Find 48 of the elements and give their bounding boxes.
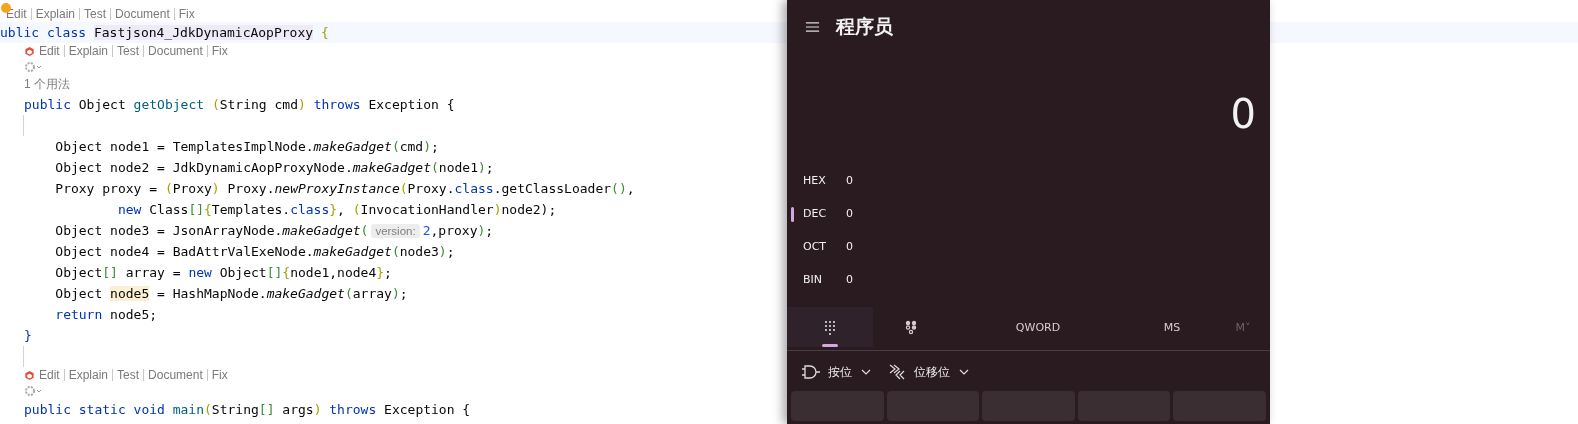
radix-row[interactable]: HEX 0 <box>787 164 923 197</box>
hint-link[interactable]: Explain <box>68 44 109 58</box>
dropdown-menu-button[interactable]: 按位 <box>799 361 873 383</box>
gear-icon[interactable] <box>24 385 44 397</box>
dropdown-menu-button[interactable]: 位移位 <box>885 361 971 383</box>
cube-icon <box>24 45 35 57</box>
code-line: } <box>23 327 33 345</box>
result-display: 0 <box>1230 90 1257 138</box>
mode-tab[interactable]: MS <box>1128 307 1216 347</box>
code-line: public Object getObject (String cmd) throws Exception { <box>23 96 456 114</box>
radix-row[interactable]: OCT 0 <box>787 230 923 263</box>
hint-link[interactable]: Document <box>115 7 170 21</box>
chevron-down-icon <box>959 369 969 375</box>
cube-icon <box>24 369 35 381</box>
code-line: public static void main(String[] args) throws Exception { <box>23 401 472 419</box>
hint-link[interactable]: Edit <box>39 368 60 382</box>
logic-gate-icon <box>801 364 821 380</box>
code-line: Proxy proxy = (Proxy) Proxy.newProxyInstance(Proxy.class.getClassLoader(), <box>54 180 636 198</box>
hint-link[interactable]: Test <box>117 44 140 58</box>
hint-link[interactable]: Test <box>84 7 107 21</box>
code-line: Object node2 = JdkDynamicAopProxyNode.makeGadget(node1); <box>54 159 495 177</box>
hint-link[interactable]: Fix <box>178 7 195 21</box>
code-line: Object node1 = TemplatesImplNode.makeGadget(cmd); <box>54 138 440 156</box>
mode-tab[interactable]: QWORD <box>948 307 1128 347</box>
radix-row[interactable]: DEC 0 <box>787 197 923 230</box>
hint-link[interactable]: Fix <box>211 44 228 58</box>
hint-link[interactable]: Test <box>117 368 140 382</box>
code-line: Object[] array = new Object[]{node1,node4}; <box>54 264 393 282</box>
radix-row[interactable]: BIN 0 <box>787 263 923 296</box>
code-line: Object node3 = JsonArrayNode.makeGadget( version: 2,proxy); <box>54 222 495 240</box>
hint-link[interactable]: Explain <box>35 7 76 21</box>
hint-link[interactable]: Document <box>148 44 203 58</box>
dots-icon <box>904 319 917 335</box>
hint-link[interactable]: Edit <box>39 44 60 58</box>
hint-link[interactable]: Explain <box>68 368 109 382</box>
usages-hint[interactable]: 1 个用法 <box>0 75 70 94</box>
shift-arrows-icon <box>887 364 907 380</box>
code-line: return node5; <box>54 306 159 324</box>
chevron-down-icon <box>861 369 871 375</box>
hint-link[interactable]: Document <box>148 368 203 382</box>
gear-icon[interactable] <box>24 61 44 73</box>
keypad-icon <box>824 319 836 335</box>
hint-link[interactable]: Fix <box>211 368 228 382</box>
code-line: new Class[]{Templates.class}, (InvocationHandler)node2); <box>116 201 558 219</box>
code-line: Object node4 = BadAttrValExeNode.makeGadget(node3); <box>54 243 456 261</box>
menu-icon[interactable] <box>805 21 820 33</box>
keypad-tab[interactable] <box>787 307 873 347</box>
code-line: Object node5 = HashMapNode.makeGadget(array); <box>54 285 409 303</box>
